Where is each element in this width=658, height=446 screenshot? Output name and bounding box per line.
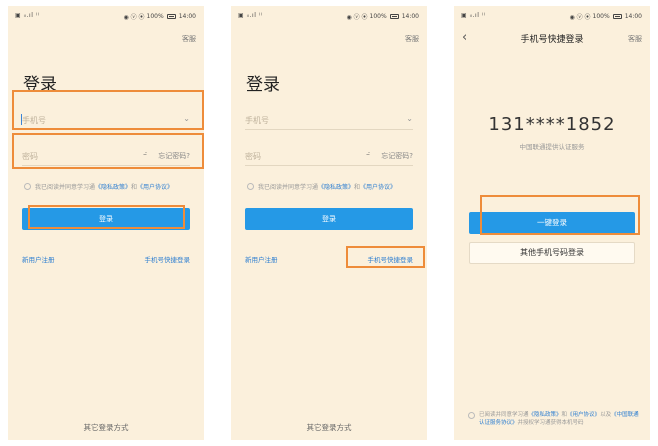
register-link[interactable]: 新用户注册 (22, 254, 55, 264)
agreement-row: 我已阅读并同意学习通 《隐私政策》 和 《用户协议》 (24, 182, 173, 191)
battery-percent: 100% (369, 13, 387, 20)
password-input[interactable]: 密码 ⌣̈ 忘记密码? (245, 146, 413, 166)
status-icons: ◉ ⓥ ⦿ (346, 14, 368, 21)
masked-phone-number: 131****1852 (488, 114, 616, 135)
highlight-phone-input (12, 90, 204, 130)
agreement-checkbox[interactable] (247, 183, 254, 190)
customer-service-link[interactable]: 客服 (628, 34, 642, 44)
agreement-text: 已阅读并同意学习通《隐私政策》和《用户协议》以及《中国联通认证服务协议》并授权学… (479, 411, 642, 427)
other-phone-login-button[interactable]: 其他手机号码登录 (469, 242, 635, 264)
status-bar: ▣ ᵢₗ.ıl ⁽⁾ ◉ ⓥ ⦿ 100% 14:00 (8, 12, 204, 22)
highlight-quick-login-link (346, 246, 425, 268)
status-bar: ▣ ᵢₗ.ıl ⁽⁾ ◉ ⓥ ⦿ 100% 14:00 (231, 12, 427, 22)
agreement-checkbox[interactable] (468, 412, 475, 419)
phone-screen-login-2: ▣ ᵢₗ.ıl ⁽⁾ ◉ ⓥ ⦿ 100% 14:00 客服 登录 手机号 ⌄ … (231, 6, 427, 440)
battery-percent: 100% (592, 13, 610, 20)
login-button[interactable]: 登录 (245, 208, 413, 230)
battery-icon (389, 14, 399, 19)
signal-status: ▣ ᵢₗ.ıl ⁽⁾ (461, 12, 486, 19)
agreement-prefix: 已阅读并同意学习通 (479, 412, 529, 418)
user-agreement-link[interactable]: 《用户协议》 (360, 182, 396, 191)
status-icons: ◉ ⓥ ⦿ (569, 14, 591, 21)
other-login-methods[interactable]: 其它登录方式 (8, 422, 204, 433)
agreement-prefix: 我已阅读并同意学习通 (35, 184, 96, 191)
password-placeholder: 密码 (245, 152, 261, 161)
status-icons: ◉ ⓥ ⦿ (123, 14, 145, 21)
agreement-prefix: 我已阅读并同意学习通 (258, 184, 319, 191)
quick-login-link[interactable]: 手机号快捷登录 (145, 254, 191, 264)
phone-input[interactable]: 手机号 ⌄ (245, 110, 413, 130)
phone-placeholder: 手机号 (245, 116, 269, 125)
forgot-password-link[interactable]: 忘记密码? (381, 151, 413, 161)
agreement-row: 我已阅读并同意学习通 《隐私政策》 和 《用户协议》 (247, 182, 396, 191)
customer-service-link[interactable]: 客服 (405, 34, 419, 44)
clock: 14:00 (401, 13, 419, 20)
privacy-policy-link[interactable]: 《隐私政策》 (95, 182, 131, 191)
other-login-methods[interactable]: 其它登录方式 (231, 422, 427, 433)
carrier-note: 中国联通提供认证服务 (519, 143, 585, 151)
agreement-checkbox[interactable] (24, 183, 31, 190)
clock: 14:00 (624, 13, 642, 20)
highlight-one-click-button (480, 195, 640, 235)
privacy-policy-link[interactable]: 《隐私政策》 (318, 182, 354, 191)
privacy-policy-link[interactable]: 《隐私政策》 (529, 412, 562, 418)
user-agreement-link[interactable]: 《用户协议》 (137, 182, 173, 191)
user-agreement-link[interactable]: 《用户协议》 (567, 412, 600, 418)
battery-icon (612, 14, 622, 19)
agreement-suffix: 并授权学习通获得本机号码 (517, 420, 584, 426)
page-title: 手机号快捷登录 (520, 35, 584, 45)
eye-closed-icon[interactable]: ⌣̈ (366, 151, 370, 159)
page-title: 登录 (246, 75, 280, 95)
clock: 14:00 (178, 13, 196, 20)
status-bar: ▣ ᵢₗ.ıl ⁽⁾ ◉ ⓥ ⦿ 100% 14:00 (454, 12, 650, 22)
register-link[interactable]: 新用户注册 (245, 254, 278, 264)
agreement-also: 以及 (600, 412, 612, 418)
signal-status: ▣ ᵢₗ.ıl ⁽⁾ (238, 12, 263, 19)
highlight-login-button (28, 205, 185, 229)
signal-status: ▣ ᵢₗ.ıl ⁽⁾ (15, 12, 40, 19)
chevron-down-icon[interactable]: ⌄ (406, 114, 413, 123)
highlight-password-input (12, 133, 204, 169)
battery-percent: 100% (146, 13, 164, 20)
customer-service-link[interactable]: 客服 (182, 34, 196, 44)
agreement-row: 已阅读并同意学习通《隐私政策》和《用户协议》以及《中国联通认证服务协议》并授权学… (468, 411, 642, 427)
battery-icon (166, 14, 176, 19)
